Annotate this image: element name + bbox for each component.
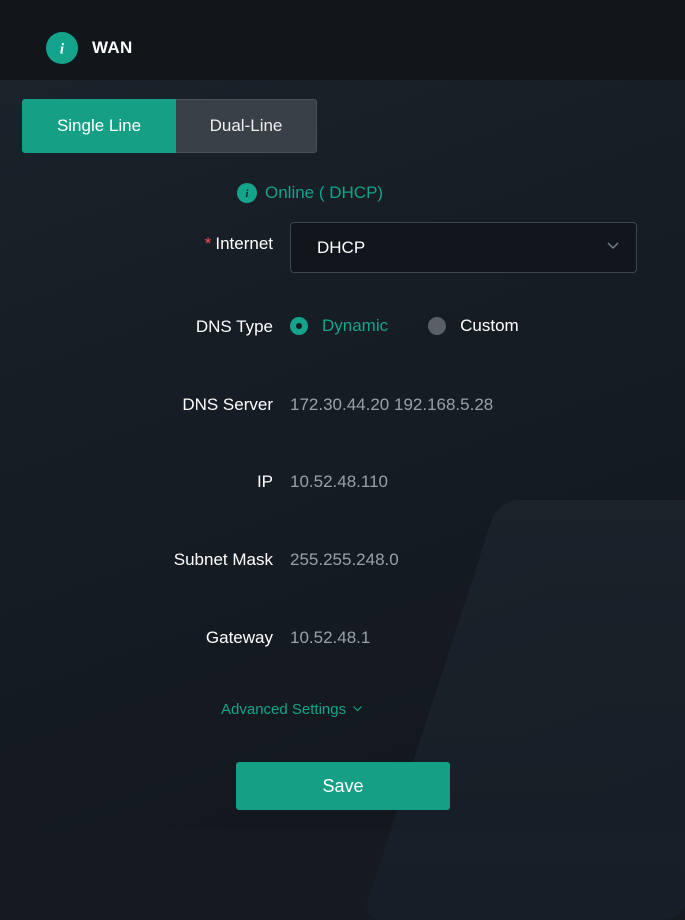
ip-value: 10.52.48.110 bbox=[290, 472, 388, 491]
radio-label-custom: Custom bbox=[460, 316, 519, 335]
section-title: WAN bbox=[92, 38, 133, 57]
dns-type-radio-group: Dynamic Custom bbox=[290, 316, 519, 336]
ip-label: IP bbox=[256, 472, 273, 491]
gateway-label: Gateway bbox=[205, 628, 273, 647]
dns-type-label: DNS Type bbox=[195, 317, 273, 336]
dns-server-value: 172.30.44.20 192.168.5.28 bbox=[290, 395, 494, 414]
internet-label-text: Internet bbox=[215, 234, 273, 253]
svg-text:i: i bbox=[60, 42, 65, 58]
dns-type-custom-radio[interactable]: Custom bbox=[428, 316, 519, 336]
info-icon: i bbox=[46, 32, 78, 64]
chevron-down-icon bbox=[606, 238, 620, 257]
internet-select-value: DHCP bbox=[317, 237, 366, 257]
radio-label-dynamic: Dynamic bbox=[322, 316, 389, 335]
line-mode-tabs: Single Line Dual-Line bbox=[22, 99, 317, 153]
save-button[interactable]: Save bbox=[236, 762, 450, 810]
internet-label: * Internet bbox=[205, 234, 273, 254]
tab-single-line[interactable]: Single Line bbox=[22, 99, 176, 153]
dns-type-dynamic-radio[interactable]: Dynamic bbox=[290, 316, 388, 336]
tab-dual-line[interactable]: Dual-Line bbox=[176, 99, 317, 153]
connection-status: i Online ( DHCP) bbox=[237, 183, 383, 203]
status-text: Online ( DHCP) bbox=[265, 183, 384, 202]
chevron-down-icon bbox=[352, 701, 363, 718]
radio-checked-icon bbox=[290, 317, 308, 335]
gateway-value: 10.52.48.1 bbox=[290, 628, 371, 647]
radio-unchecked-icon bbox=[428, 317, 447, 335]
advanced-settings-label: Advanced Settings bbox=[221, 701, 347, 718]
subnet-mask-label: Subnet Mask bbox=[173, 550, 273, 569]
required-mark: * bbox=[204, 234, 212, 253]
dns-server-label: DNS Server bbox=[182, 395, 273, 414]
section-header: i WAN bbox=[46, 32, 133, 64]
svg-text:i: i bbox=[246, 189, 249, 199]
subnet-mask-value: 255.255.248.0 bbox=[290, 550, 399, 569]
advanced-settings-toggle[interactable]: Advanced Settings bbox=[221, 701, 363, 718]
internet-select[interactable]: DHCP bbox=[290, 222, 637, 273]
status-info-icon: i bbox=[237, 183, 257, 203]
